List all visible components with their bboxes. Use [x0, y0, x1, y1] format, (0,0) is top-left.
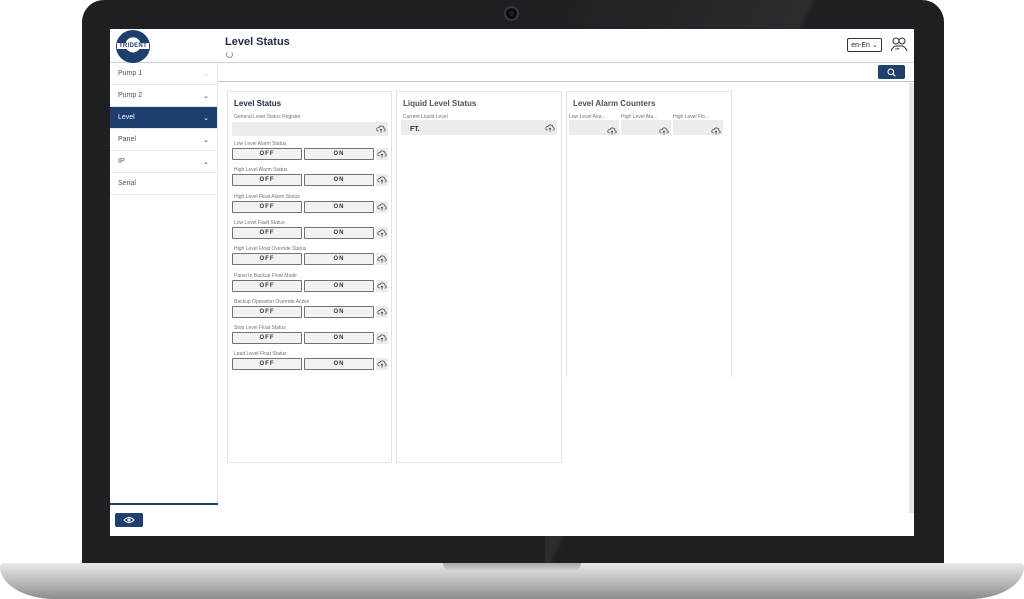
on-button[interactable]: ON — [304, 279, 374, 292]
off-button[interactable]: OFF — [232, 148, 302, 160]
chevron-down-icon: ⌄ — [203, 70, 209, 78]
sidebar-item-pump-1[interactable]: Pump 1 ⌄ — [110, 63, 217, 85]
off-button[interactable]: OFF — [232, 305, 302, 318]
panel-title: Level Alarm Counters — [573, 99, 656, 108]
liquid-level-value: FT. — [410, 126, 420, 133]
cloud-refresh-icon[interactable] — [376, 226, 388, 239]
register-value-field — [232, 122, 388, 136]
register-label: General Level Status Register — [234, 114, 301, 120]
language-value: en-En — [851, 41, 870, 49]
cloud-refresh-icon[interactable] — [376, 124, 386, 134]
user-switch-icon[interactable] — [890, 36, 908, 53]
chevron-down-icon: ⌄ — [203, 158, 209, 166]
sidebar-item-pump-2[interactable]: Pump 2 ⌄ — [110, 85, 217, 107]
vertical-scrollbar[interactable] — [909, 83, 914, 513]
toggle-label: Lead Level Float Status — [234, 351, 287, 358]
view-toggle-button[interactable] — [115, 513, 143, 527]
toggle-label: High Level Float Override Status — [234, 246, 307, 253]
on-button[interactable]: ON — [304, 358, 374, 371]
off-button[interactable]: OFF — [232, 253, 302, 266]
sidebar-item-panel[interactable]: Panel ⌄ — [110, 129, 217, 151]
sidebar-item-label: Level — [118, 114, 135, 121]
on-off-toggle: OFF ON — [232, 253, 374, 266]
on-button[interactable]: ON — [304, 200, 374, 213]
toggle-label: High Level Float Alarm Status — [234, 193, 300, 200]
sidebar-item-ip[interactable]: IP ⌄ — [110, 151, 217, 173]
cloud-refresh-icon[interactable] — [607, 123, 617, 135]
on-off-toggle: OFF ON — [232, 174, 374, 187]
on-off-toggle: OFF ON — [232, 305, 374, 318]
app-screen: TRIDENT Level Status en-En ⌄ Pump 1 ⌄ Pu… — [110, 29, 914, 536]
sidebar-item-label: IP — [118, 158, 125, 165]
cloud-refresh-icon[interactable] — [376, 200, 388, 213]
on-off-toggle: OFF ON — [232, 148, 374, 160]
panel-title: Level Status — [234, 99, 282, 108]
cloud-refresh-icon[interactable] — [376, 253, 388, 266]
page-title: Level Status — [225, 36, 290, 48]
camera-icon — [504, 6, 519, 21]
sidebar-footer — [110, 503, 218, 536]
eye-icon — [123, 517, 135, 523]
sidebar: Pump 1 ⌄ Pump 2 ⌄ Level ⌄ Panel ⌄ IP ⌄ S… — [110, 63, 218, 536]
toggle-label: Low Level Fault Status — [234, 219, 285, 226]
toggle-label: High Level Alarm Status — [234, 167, 288, 174]
cloud-refresh-icon[interactable] — [376, 305, 388, 318]
off-button[interactable]: OFF — [232, 174, 302, 187]
chevron-down-icon: ⌄ — [203, 92, 209, 100]
on-off-toggle: OFF ON — [232, 332, 374, 345]
on-off-toggle: OFF ON — [232, 226, 374, 239]
on-button[interactable]: ON — [304, 174, 374, 187]
liquid-level-field — [401, 120, 557, 135]
on-button[interactable]: ON — [304, 253, 374, 266]
loading-spinner-icon — [226, 51, 233, 58]
alarm-counters-panel: Level Alarm Counters Low Level Alar... Hi… — [566, 91, 732, 377]
level-status-panel: Level Status General Level Status Regist… — [227, 91, 392, 463]
off-button[interactable]: OFF — [232, 358, 302, 371]
on-button[interactable]: ON — [304, 148, 374, 160]
sidebar-item-serial[interactable]: Serial — [110, 173, 217, 195]
sidebar-item-label: Pump 2 — [118, 92, 143, 99]
off-button[interactable]: OFF — [232, 226, 302, 239]
off-button[interactable]: OFF — [232, 332, 302, 345]
laptop-frame: TRIDENT Level Status en-En ⌄ Pump 1 ⌄ Pu… — [0, 0, 1024, 599]
on-button[interactable]: ON — [304, 332, 374, 345]
cloud-refresh-icon[interactable] — [659, 123, 669, 135]
toggle-label: Stop Level Float Status — [234, 325, 286, 332]
chevron-down-icon: ⌄ — [871, 42, 878, 49]
toolbar — [218, 63, 914, 82]
on-off-toggle: OFF ON — [232, 279, 374, 292]
search-icon — [887, 67, 896, 77]
sidebar-item-label: Pump 1 — [118, 70, 143, 77]
chevron-down-icon: ⌄ — [203, 114, 209, 122]
on-button[interactable]: ON — [304, 305, 374, 318]
liquid-level-panel: Liquid Level Status Current Liquid Level… — [396, 91, 562, 463]
on-button[interactable]: ON — [304, 226, 374, 239]
sidebar-item-level[interactable]: Level ⌄ — [110, 107, 217, 129]
language-select[interactable]: en-En ⌄ — [847, 38, 882, 52]
cloud-refresh-icon[interactable] — [376, 174, 388, 187]
sidebar-item-label: Panel — [118, 136, 136, 143]
off-button[interactable]: OFF — [232, 200, 302, 213]
app-header: TRIDENT Level Status en-En ⌄ — [110, 29, 914, 63]
cloud-refresh-icon[interactable] — [376, 332, 388, 345]
chevron-down-icon: ⌄ — [203, 136, 209, 144]
cloud-refresh-icon[interactable] — [711, 123, 721, 135]
toggle-label: Low Level Alarm Status — [234, 141, 287, 147]
panel-title: Liquid Level Status — [403, 99, 477, 108]
cloud-refresh-icon[interactable] — [376, 279, 388, 292]
off-button[interactable]: OFF — [232, 279, 302, 292]
logo-text: TRIDENT — [117, 43, 149, 49]
on-off-toggle: OFF ON — [232, 358, 374, 371]
toggle-label: Panel In Backup Float Mode — [234, 272, 297, 279]
laptop-notch — [443, 563, 581, 571]
on-off-toggle: OFF ON — [232, 200, 374, 213]
cloud-refresh-icon[interactable] — [376, 358, 388, 371]
cloud-refresh-icon[interactable] — [545, 123, 555, 133]
toggle-label: Backup Operation Override Active — [234, 298, 310, 305]
search-button[interactable] — [878, 65, 905, 79]
cloud-refresh-icon[interactable] — [376, 148, 388, 160]
trident-logo: TRIDENT — [116, 30, 150, 63]
sidebar-item-label: Serial — [118, 180, 136, 187]
